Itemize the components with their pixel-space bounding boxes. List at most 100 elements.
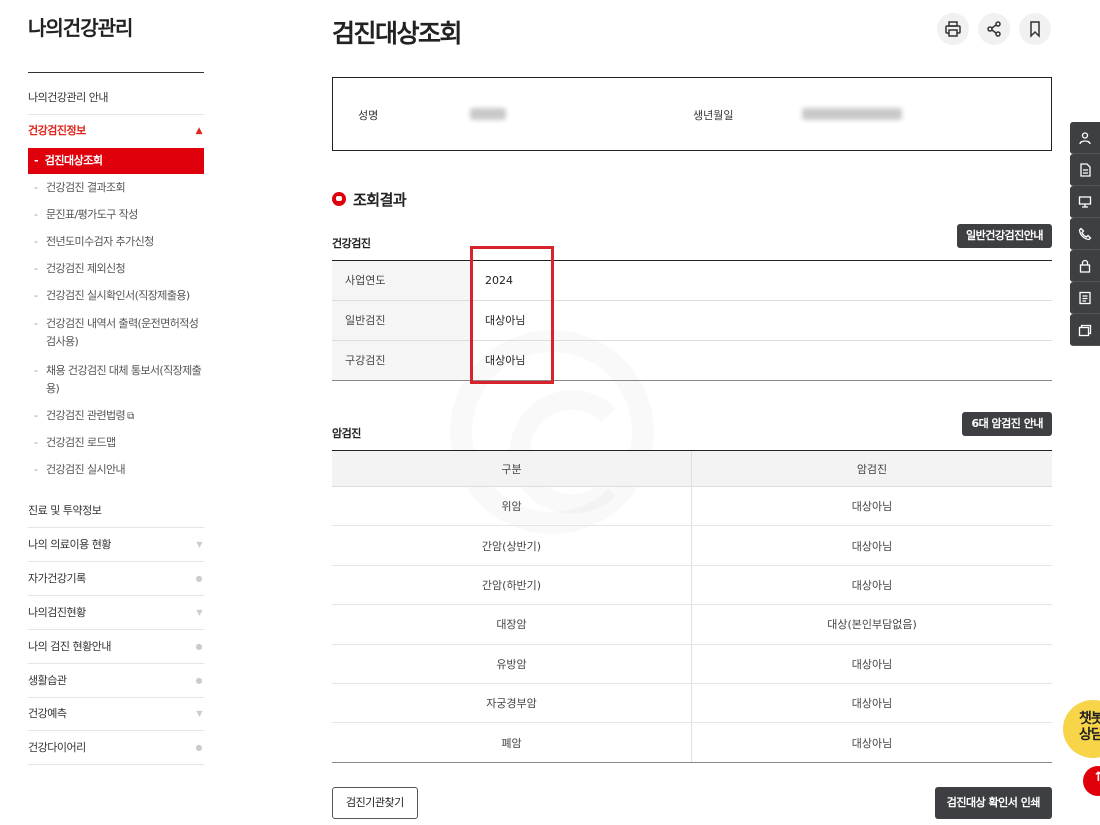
dash-icon: - <box>34 409 38 422</box>
dash-icon: - <box>34 317 38 330</box>
sidebar-item-medical-usage[interactable]: 나의 의료이용 현황 ▼ <box>28 528 204 562</box>
find-institution-button[interactable]: 검진기관찾기 <box>332 787 418 819</box>
submenu-item-label: 건강검진 실시확인서(직장제출용) <box>46 289 190 302</box>
table-row: 폐암 대상아님 <box>332 723 1052 763</box>
chatbot-button[interactable]: 챗봇 상담 <box>1063 700 1100 758</box>
sidebar-item-label: 진료 및 투약정보 <box>28 504 102 517</box>
sidebar-item-health-guide[interactable]: 나의건강관리 안내 <box>28 81 204 115</box>
page-title: 검진대상조회 <box>332 19 463 48</box>
cancer-type-cell: 간암(상반기) <box>332 526 692 565</box>
submenu-item-label: 건강검진 로드맵 <box>46 436 116 449</box>
submenu-item-label: 검진대상조회 <box>44 154 103 167</box>
print-icon <box>945 21 961 37</box>
cancer-type-cell: 위암 <box>332 487 692 526</box>
share-button[interactable] <box>978 13 1010 45</box>
cancer-type-cell: 폐암 <box>332 723 692 762</box>
dash-icon: - <box>34 154 45 167</box>
highlight-box <box>470 246 554 384</box>
quick-menu-monitor-button[interactable] <box>1070 186 1100 218</box>
submenu-item-exam-confirmation[interactable]: - 건강검진 실시확인서(직장제출용) <box>34 287 204 305</box>
quick-menu-lock-button[interactable] <box>1070 250 1100 282</box>
section-heading: 조회결과 <box>332 188 407 210</box>
sidebar-item-label: 자가건강기록 <box>28 572 86 585</box>
submenu-item-employment-exam-notice[interactable]: - 채용 건강검진 대체 통보서(직장제출용) <box>34 362 204 398</box>
print-certificate-button[interactable]: 검진대상 확인서 인쇄 <box>934 787 1052 819</box>
table-row: 유방암 대상아님 <box>332 644 1052 684</box>
print-button[interactable] <box>937 13 969 45</box>
sidebar-item-health-prediction[interactable]: 건강예측 ▼ <box>28 697 204 731</box>
general-exam-guide-button[interactable]: 일반건강검진안내 <box>957 224 1052 248</box>
name-value-redacted <box>470 108 506 120</box>
submenu-item-result-lookup[interactable]: - 건강검진 결과조회 <box>34 179 204 197</box>
cards-icon <box>1078 324 1092 336</box>
row-label: 일반검진 <box>332 301 470 340</box>
submenu-item-questionnaire[interactable]: - 문진표/평가도구 작성 <box>34 206 204 224</box>
submenu-item-label: 채용 건강검진 대체 통보서(직장제출용) <box>46 364 202 395</box>
submenu-item-label: 건강검진 내역서 출력(운전면허적성검사용) <box>46 317 199 348</box>
sidebar-item-treatment-info[interactable]: 진료 및 투약정보 <box>28 494 204 528</box>
submenu-item-exam-guide[interactable]: - 건강검진 실시안내 <box>34 461 204 479</box>
sidebar-item-lifestyle[interactable]: 생활습관 ● <box>28 664 204 698</box>
sidebar-item-label: 나의 검진 현황안내 <box>28 640 111 653</box>
chevron-up-icon: ▲ <box>195 126 203 136</box>
status-cell: 대상(본인부담없음) <box>827 618 917 632</box>
table-header: 구분 암검진 <box>332 451 1052 487</box>
submenu-item-active[interactable]: - 검진대상조회 <box>28 148 204 174</box>
chevron-down-icon: ▼ <box>196 608 202 617</box>
table-row: 자궁경부암 대상아님 <box>332 683 1052 724</box>
quick-menu <box>1070 122 1100 346</box>
table-row: 구강검진 대상아님 <box>332 341 1052 381</box>
sidebar-item-exam-status-guide[interactable]: 나의 검진 현황안내 ● <box>28 630 204 664</box>
health-exam-table: 사업연도 2024 일반검진 대상아님 구강검진 대상아님 <box>332 260 1052 381</box>
sidebar-item-label: 나의 의료이용 현황 <box>28 538 111 551</box>
dash-icon: - <box>34 235 38 248</box>
sidebar-item-label: 건강예측 <box>28 707 67 720</box>
dash-icon: - <box>34 436 38 449</box>
quick-menu-phone-button[interactable] <box>1070 218 1100 250</box>
dot-icon: ● <box>195 743 203 752</box>
status-cell: 대상아님 <box>851 697 893 711</box>
submenu-item-exclusion-request[interactable]: - 건강검진 제외신청 <box>34 260 204 278</box>
sidebar-item-my-exam-status[interactable]: 나의검진현황 ▼ <box>28 596 204 630</box>
quick-menu-user-button[interactable] <box>1070 122 1100 154</box>
sidebar-item-health-diary[interactable]: 건강다이어리 ● <box>28 731 204 765</box>
quick-menu-list-button[interactable] <box>1070 282 1100 314</box>
dash-icon: - <box>34 181 38 194</box>
sidebar-item-health-exam-info[interactable]: 건강검진정보 ▲ <box>28 114 204 148</box>
status-cell: 대상아님 <box>851 736 893 750</box>
quick-menu-cards-button[interactable] <box>1070 314 1100 346</box>
document-icon <box>1080 162 1091 177</box>
status-cell: 대상아님 <box>851 539 893 553</box>
submenu-item-roadmap[interactable]: - 건강검진 로드맵 <box>34 434 204 452</box>
sidebar-item-label: 나의검진현황 <box>28 606 86 619</box>
bookmark-icon <box>1030 21 1040 38</box>
submenu-item-label: 건강검진 실시안내 <box>46 463 126 476</box>
submenu-item-exam-history-print[interactable]: - 건강검진 내역서 출력(운전면허적성검사용) <box>34 315 204 351</box>
submenu-item-additional-request[interactable]: - 전년도미수검자 추가신청 <box>34 233 204 251</box>
dash-icon: - <box>34 262 38 275</box>
user-icon <box>1079 131 1091 144</box>
sidebar-divider <box>28 72 204 73</box>
table-row: 일반검진 대상아님 <box>332 301 1052 341</box>
cancer-type-cell: 유방암 <box>332 644 692 683</box>
chatbot-label: 챗봇 상담 <box>1079 711 1100 743</box>
sidebar-item-label: 건강검진정보 <box>28 124 86 137</box>
dash-icon: - <box>34 364 38 377</box>
name-label: 성명 <box>358 109 379 122</box>
scroll-top-button[interactable]: ↑ <box>1083 766 1100 796</box>
bookmark-button[interactable] <box>1019 13 1051 45</box>
health-exam-title: 건강검진 <box>332 237 371 250</box>
phone-icon <box>1078 227 1092 240</box>
cancer-type-cell: 간암(하반기) <box>332 565 692 605</box>
sidebar-item-self-health-record[interactable]: 자가건강기록 ● <box>28 562 204 596</box>
submenu-item-related-laws[interactable]: - 건강검진 관련법령 ⧉ <box>34 407 204 426</box>
lock-icon <box>1079 259 1091 273</box>
table-row: 간암(하반기) 대상아님 <box>332 565 1052 606</box>
external-link-icon: ⧉ <box>127 411 134 422</box>
dash-icon: - <box>34 289 38 302</box>
status-cell: 대상아님 <box>851 578 893 592</box>
cancer-exam-guide-button[interactable]: 6대 암검진 안내 <box>962 412 1052 436</box>
table-row: 사업연도 2024 <box>332 261 1052 301</box>
quick-menu-document-button[interactable] <box>1070 154 1100 186</box>
section-heading-text: 조회결과 <box>353 190 407 209</box>
